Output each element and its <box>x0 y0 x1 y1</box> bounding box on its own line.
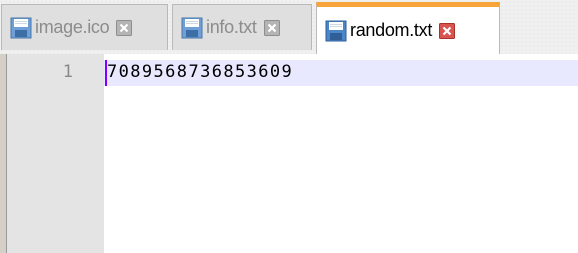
line-number: 1 <box>62 62 73 82</box>
window-edge <box>0 54 7 253</box>
editor[interactable]: 1 7089568736853609 <box>0 54 578 253</box>
line-number-gutter: 1 <box>7 54 104 253</box>
line-text[interactable]: 7089568736853609 <box>107 62 293 82</box>
tab-random-txt[interactable]: random.txt <box>316 2 500 54</box>
text-area[interactable]: 7089568736853609 <box>104 54 578 253</box>
save-icon <box>181 17 203 38</box>
tab-label: image.ico <box>35 17 110 37</box>
tab-label: info.txt <box>206 17 257 37</box>
tab-info-txt[interactable]: info.txt <box>172 4 312 50</box>
close-icon[interactable] <box>263 19 280 36</box>
save-icon <box>10 17 32 38</box>
notepad-plus-plus-window: image.ico info.txt random.txt 1 70895687… <box>0 0 578 253</box>
tab-bar: image.ico info.txt random.txt <box>0 0 578 54</box>
close-icon[interactable] <box>116 19 133 36</box>
save-icon <box>325 20 347 41</box>
tab-image-ico[interactable]: image.ico <box>1 4 168 50</box>
close-icon[interactable] <box>439 22 456 39</box>
tab-label: random.txt <box>350 20 433 40</box>
